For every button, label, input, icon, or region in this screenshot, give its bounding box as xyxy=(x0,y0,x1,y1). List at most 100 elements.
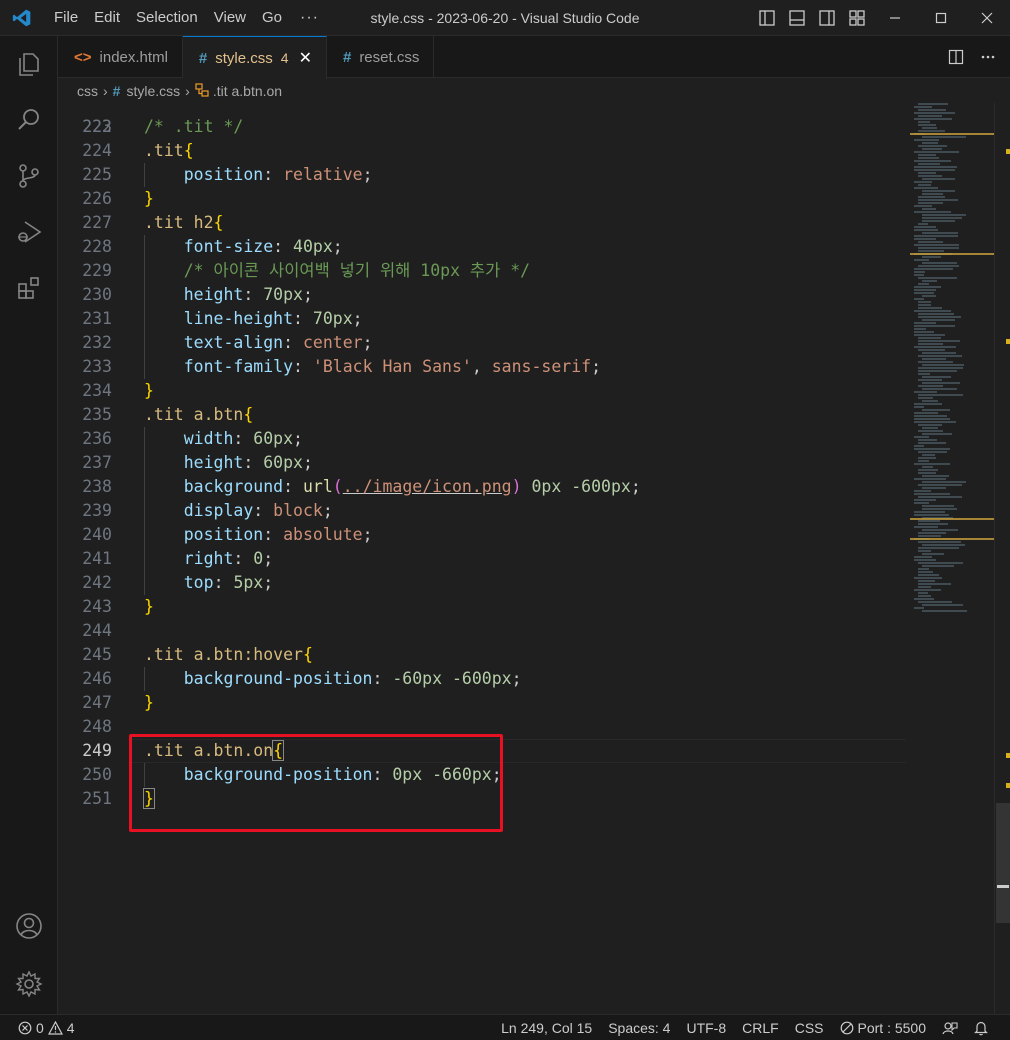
code-token: font-size xyxy=(183,237,274,256)
minimap-line xyxy=(918,562,963,564)
toggle-secondary-sidebar-icon[interactable] xyxy=(812,0,842,36)
menu-file[interactable]: File xyxy=(46,0,86,36)
problems-status[interactable]: 0 4 xyxy=(18,1020,83,1036)
code-token: height xyxy=(183,285,244,304)
minimap-line xyxy=(914,421,956,423)
code-token: : xyxy=(233,549,254,568)
maximize-icon[interactable] xyxy=(918,0,964,36)
search-icon[interactable] xyxy=(0,92,58,148)
code-text: top: 5px; xyxy=(144,571,273,595)
code-token: : xyxy=(263,165,284,184)
code-text: display: block; xyxy=(144,499,333,523)
menu-view[interactable]: View xyxy=(206,0,254,36)
minimap-line xyxy=(918,157,939,159)
line-number: 247 xyxy=(82,693,112,712)
code-token: : xyxy=(293,357,313,376)
code-token: .tit a.btn xyxy=(144,405,244,424)
toggle-panel-icon[interactable] xyxy=(782,0,812,36)
code-line: 228 font-size: 40px; xyxy=(58,235,908,259)
minimap[interactable] xyxy=(910,103,994,1014)
vertical-scrollbar[interactable] xyxy=(994,103,1010,1014)
line-number: 234 xyxy=(82,381,112,400)
notifications-bell-icon[interactable] xyxy=(966,1020,996,1036)
code-token: : xyxy=(213,573,234,592)
warning-marker xyxy=(1006,339,1010,344)
minimize-icon[interactable] xyxy=(872,0,918,36)
tab-index-html[interactable]: <> index.html xyxy=(58,36,183,78)
menu-go[interactable]: Go xyxy=(254,0,290,36)
tab-reset-css[interactable]: # reset.css xyxy=(327,36,435,78)
code-text: right: 0; xyxy=(144,547,273,571)
code-text: /* 아이콘 사이여백 넣기 위해 10px 추가 */ xyxy=(144,259,530,283)
minimap-line xyxy=(918,124,936,126)
code-token: { xyxy=(302,645,313,664)
feedback-icon[interactable] xyxy=(934,1020,966,1036)
menu-selection[interactable]: Selection xyxy=(128,0,206,36)
menu-edit[interactable]: Edit xyxy=(86,0,128,36)
menu-more-icon[interactable]: ··· xyxy=(290,9,329,27)
code-editor[interactable]: 222 223/* .tit */224 .tit{225 position: r… xyxy=(58,103,1010,1014)
breadcrumb-symbol[interactable]: .tit a.btn.on xyxy=(213,83,282,99)
code-token: 0px xyxy=(531,477,562,496)
code-token: : xyxy=(293,309,313,328)
minimap-line xyxy=(918,469,938,471)
minimap-line xyxy=(918,541,961,543)
close-window-icon[interactable] xyxy=(964,0,1010,36)
breadcrumb-folder[interactable]: css xyxy=(77,83,98,99)
code-token: line-height xyxy=(183,309,294,328)
language-mode[interactable]: CSS xyxy=(787,1020,832,1036)
customize-layout-icon[interactable] xyxy=(842,0,872,36)
minimap-line xyxy=(922,217,962,219)
line-number: 223 xyxy=(82,117,112,136)
code-token: top xyxy=(183,573,214,592)
indentation[interactable]: Spaces: 4 xyxy=(600,1020,678,1036)
minimap-line xyxy=(922,376,951,378)
source-control-icon[interactable] xyxy=(0,148,58,204)
manage-gear-icon[interactable] xyxy=(0,956,58,1012)
cursor-position[interactable]: Ln 249, Col 15 xyxy=(493,1020,600,1036)
code-token: { xyxy=(213,213,224,232)
encoding[interactable]: UTF-8 xyxy=(678,1020,734,1036)
live-server-port[interactable]: Port : 5500 xyxy=(832,1020,935,1036)
code-line: 245 .tit a.btn:hover{ xyxy=(58,643,908,667)
line-number: 233 xyxy=(82,357,112,376)
minimap-line xyxy=(914,298,924,300)
minimap-line xyxy=(922,481,966,483)
explorer-icon[interactable] xyxy=(0,36,58,92)
scrollbar-thumb[interactable] xyxy=(996,803,1010,923)
more-actions-icon[interactable] xyxy=(972,36,1004,78)
code-token: } xyxy=(144,189,154,208)
minimap-line xyxy=(918,535,941,537)
code-token: } xyxy=(144,381,154,400)
minimap-line xyxy=(922,553,944,555)
minimap-line xyxy=(918,424,942,426)
split-editor-icon[interactable] xyxy=(940,36,972,78)
breadcrumb-file[interactable]: style.css xyxy=(126,83,180,99)
minimap-highlight xyxy=(910,538,994,540)
run-debug-icon[interactable] xyxy=(0,204,58,260)
extensions-icon[interactable] xyxy=(0,260,58,316)
vscode-logo-icon[interactable] xyxy=(4,0,40,36)
minimap-line xyxy=(914,514,949,516)
minimap-line xyxy=(918,601,952,603)
code-line: 239 display: block; xyxy=(58,499,908,523)
account-icon[interactable] xyxy=(0,898,58,954)
code-text: font-size: 40px; xyxy=(144,235,343,259)
minimap-line xyxy=(922,127,937,129)
code-token: : xyxy=(283,333,303,352)
code-token: url xyxy=(302,477,333,496)
end-of-line[interactable]: CRLF xyxy=(734,1020,787,1036)
close-tab-icon[interactable]: ✕ xyxy=(299,48,312,68)
toggle-primary-sidebar-icon[interactable] xyxy=(752,0,782,36)
minimap-line xyxy=(918,250,944,252)
code-token: ; xyxy=(511,669,522,688)
tab-style-css[interactable]: # style.css 4 ✕ xyxy=(182,36,327,79)
minimap-line xyxy=(914,187,938,189)
minimap-line xyxy=(918,355,962,357)
code-token: ; xyxy=(332,237,343,256)
code-text: } xyxy=(144,379,154,403)
